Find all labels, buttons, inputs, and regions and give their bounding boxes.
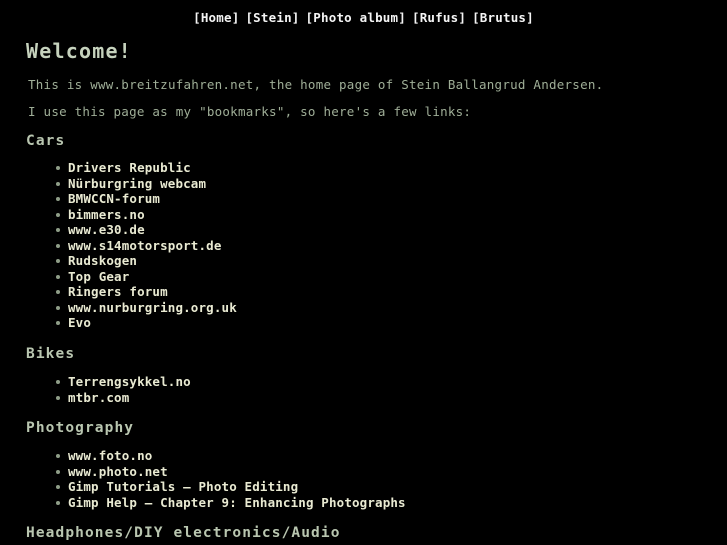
section-heading-headphones-diy-audio: Headphones/DIY electronics/Audio	[26, 525, 341, 541]
bullet-icon	[56, 181, 60, 186]
bullet-icon	[56, 197, 60, 201]
link-e30-de[interactable]: www.e30.de	[68, 222, 145, 237]
bullet-icon	[56, 485, 60, 489]
list-item: www.s14motorsport.de	[52, 238, 237, 254]
link-terrengsykkel-no[interactable]: Terrengsykkel.no	[68, 374, 191, 389]
link-ringers-forum[interactable]: Ringers forum	[68, 284, 168, 299]
list-item: Evo	[52, 315, 237, 331]
list-item: www.foto.no	[52, 448, 406, 464]
bullet-icon	[56, 395, 60, 400]
section-heading-photography: Photography	[26, 420, 135, 436]
list-item: Top Gear	[52, 269, 237, 285]
bullet-icon	[56, 166, 60, 170]
link-s14motorsport-de[interactable]: www.s14motorsport.de	[68, 238, 222, 253]
bullet-icon	[56, 274, 60, 279]
nav-link-brutus[interactable]: [Brutus]	[472, 10, 534, 25]
link-gimp-tutorials[interactable]: Gimp Tutorials – Photo Editing	[68, 479, 298, 494]
link-foto-no[interactable]: www.foto.no	[68, 448, 152, 463]
list-item: Gimp Tutorials – Photo Editing	[52, 479, 406, 495]
nav-link-stein[interactable]: [Stein]	[245, 10, 299, 25]
link-bmwccn-forum[interactable]: BMWCCN-forum	[68, 191, 160, 206]
link-nurburgring-org-uk[interactable]: www.nurburgring.org.uk	[68, 300, 237, 315]
bullet-icon	[56, 305, 60, 310]
link-list-photography: www.foto.no www.photo.net Gimp Tutorials…	[52, 448, 406, 510]
list-item: Nürburgring webcam	[52, 176, 237, 192]
list-item: BMWCCN-forum	[52, 191, 237, 207]
list-item: Gimp Help – Chapter 9: Enhancing Photogr…	[52, 495, 406, 511]
section-heading-bikes: Bikes	[26, 346, 76, 362]
top-navigation: [Home] [Stein] [Photo album] [Rufus] [Brutus…	[0, 0, 727, 25]
nav-link-rufus[interactable]: [Rufus]	[412, 10, 466, 25]
link-drivers-republic[interactable]: Drivers Republic	[68, 160, 191, 175]
list-item: Terrengsykkel.no	[52, 374, 191, 390]
bullet-icon	[56, 243, 60, 248]
link-list-cars: Drivers Republic Nürburgring webcam BMWC…	[52, 160, 237, 331]
nav-link-home[interactable]: [Home]	[193, 10, 239, 25]
bullet-icon	[56, 321, 60, 325]
link-top-gear[interactable]: Top Gear	[68, 269, 129, 284]
bullet-icon	[56, 454, 60, 458]
list-item: www.nurburgring.org.uk	[52, 300, 237, 316]
bullet-icon	[56, 290, 60, 294]
list-item: www.photo.net	[52, 464, 406, 480]
bullet-icon	[56, 228, 60, 232]
link-list-bikes: Terrengsykkel.no mtbr.com	[52, 374, 191, 405]
link-gimp-help-chapter-9[interactable]: Gimp Help – Chapter 9: Enhancing Photogr…	[68, 495, 406, 510]
list-item: Rudskogen	[52, 253, 237, 269]
bullet-icon	[56, 212, 60, 217]
list-item: bimmers.no	[52, 207, 237, 223]
intro-paragraph-2: I use this page as my "bookmarks", so he…	[28, 104, 472, 119]
bullet-icon	[56, 500, 60, 505]
bullet-icon	[56, 469, 60, 474]
section-heading-cars: Cars	[26, 133, 66, 149]
list-item: www.e30.de	[52, 222, 237, 238]
nav-link-photo-album[interactable]: [Photo album]	[306, 10, 406, 25]
list-item: Drivers Republic	[52, 160, 237, 176]
page-title: Welcome!	[26, 39, 132, 63]
list-item: mtbr.com	[52, 390, 191, 406]
intro-paragraph-1: This is www.breitzufahren.net, the home …	[28, 77, 604, 92]
link-rudskogen[interactable]: Rudskogen	[68, 253, 137, 268]
bullet-icon	[56, 259, 60, 263]
page-root: [Home] [Stein] [Photo album] [Rufus] [Brutus…	[0, 0, 727, 545]
bullet-icon	[56, 380, 60, 384]
link-photo-net[interactable]: www.photo.net	[68, 464, 168, 479]
list-item: Ringers forum	[52, 284, 237, 300]
link-mtbr-com[interactable]: mtbr.com	[68, 390, 129, 405]
link-nurburgring-webcam[interactable]: Nürburgring webcam	[68, 176, 206, 191]
link-bimmers-no[interactable]: bimmers.no	[68, 207, 145, 222]
link-evo[interactable]: Evo	[68, 315, 91, 330]
